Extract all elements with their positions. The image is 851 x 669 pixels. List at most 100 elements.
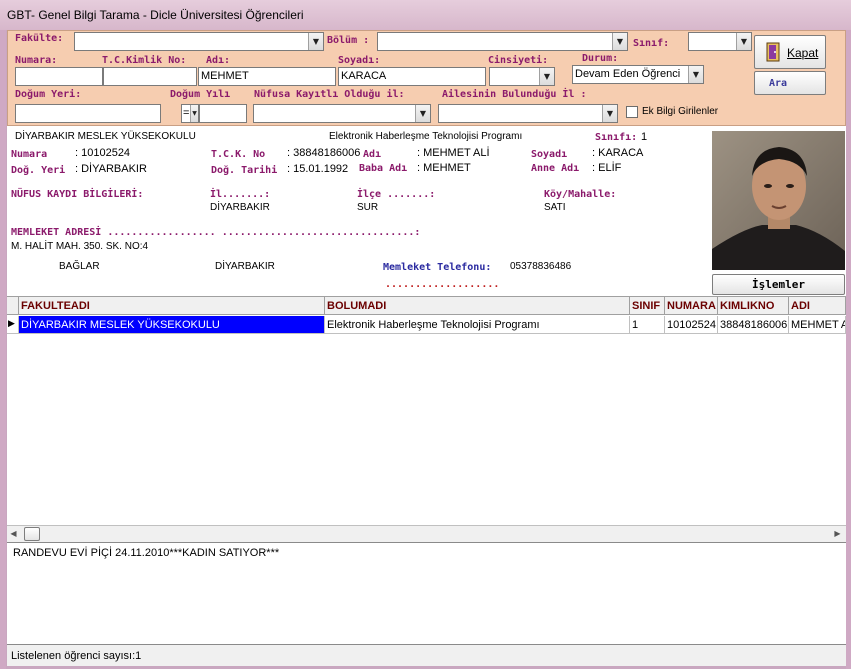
detail-dog-tarihi-label: Doğ. Tarihi xyxy=(211,165,278,176)
grid-header-numara[interactable]: NUMARA xyxy=(665,297,718,315)
cinsiyet-label: Cinsiyeti: xyxy=(488,55,549,66)
kapat-button-label: Kapat xyxy=(787,46,819,60)
nufus-il-label: İl.......: xyxy=(210,189,271,200)
memleket-tel-value: 05378836486 xyxy=(510,261,572,272)
dogum-yeri-input[interactable] xyxy=(15,104,161,123)
detail-faculty: DİYARBAKIR MESLEK YÜKSEKOKULU xyxy=(15,131,196,142)
row-indicator-icon: ▶ xyxy=(7,316,19,334)
numara-input[interactable] xyxy=(15,67,103,86)
tc-label: T.C.Kimlik No: xyxy=(102,55,187,66)
detail-adi-label: Adı xyxy=(363,149,382,160)
detail-tck-value: : 38848186006 xyxy=(287,147,361,159)
chevron-down-icon: ▼ xyxy=(190,105,198,122)
aile-il-select[interactable]: ▼ xyxy=(438,104,618,123)
bolum-label: Bölüm : xyxy=(327,35,370,46)
detail-soyadi-label: Soyadı xyxy=(531,149,568,160)
filter-panel: Fakülte: ▼ Bölüm : ▼ Sınıf: ▼ Numara: T.… xyxy=(7,30,846,126)
detail-baba-label: Baba Adı xyxy=(359,163,408,174)
grid-header-adi[interactable]: ADI xyxy=(789,297,846,315)
soyadi-label: Soyadı: xyxy=(338,55,381,66)
detail-baba-value: : MEHMET xyxy=(417,162,471,174)
cell-fakulteadi[interactable]: DİYARBAKIR MESLEK YÜKSEKOKULU xyxy=(19,316,325,334)
detail-dog-yeri-value: : DİYARBAKIR xyxy=(75,163,147,175)
soyadi-input[interactable]: KARACA xyxy=(338,67,486,86)
detail-program: Elektronik Haberleşme Teknolojisi Progra… xyxy=(329,131,523,142)
detail-sinif-label: Sınıfı: xyxy=(595,132,638,143)
ek-bilgi-checkbox[interactable] xyxy=(626,106,638,118)
grid-horizontal-scrollbar[interactable]: ◀ ▶ xyxy=(7,525,846,542)
chevron-down-icon: ▼ xyxy=(612,33,627,50)
nufus-koy-label: Köy/Mahalle: xyxy=(544,189,617,200)
durum-label: Durum: xyxy=(582,53,619,64)
scroll-thumb[interactable] xyxy=(24,527,40,541)
status-text: Listelenen öğrenci sayısı:1 xyxy=(11,650,142,662)
aile-il-label: Ailesinin Bulunduğu İl : xyxy=(442,89,587,100)
grid-header-kimlikno[interactable]: KIMLIKNO xyxy=(718,297,789,315)
grid-header-fakulteadi[interactable]: FAKULTEADI xyxy=(19,297,325,315)
nufus-ilce-value: SUR xyxy=(357,202,379,213)
cell-kimlikno[interactable]: 38848186006 xyxy=(718,316,789,334)
detail-dog-tarihi-value: : 15.01.1992 xyxy=(287,163,349,175)
memleket-address: M. HALİT MAH. 350. SK. NO:4 xyxy=(11,241,149,252)
islemler-button[interactable]: İşlemler xyxy=(712,274,845,295)
detail-adi-value: : MEHMET ALİ xyxy=(417,147,490,159)
window-title: GBT- Genel Bilgi Tarama - Dicle Üniversi… xyxy=(7,8,304,22)
ara-button[interactable]: Ara xyxy=(754,71,826,95)
grid-header-bolumadi[interactable]: BOLUMADI xyxy=(325,297,630,315)
memleket-ilce: BAĞLAR xyxy=(59,261,100,272)
sinif-label: Sınıf: xyxy=(633,38,670,49)
status-bar: Listelenen öğrenci sayısı:1 xyxy=(7,644,846,666)
cell-adi[interactable]: MEHMET ALİ xyxy=(789,316,846,334)
notes-memo[interactable]: RANDEVU EVİ PİÇİ 24.11.2010***KADIN SATI… xyxy=(7,542,846,644)
chevron-down-icon: ▼ xyxy=(736,33,751,50)
detail-anne-label: Anne Adı xyxy=(531,163,580,174)
chevron-down-icon: ▼ xyxy=(602,105,617,122)
adi-input[interactable]: MEHMET xyxy=(198,67,336,86)
fakulte-select[interactable]: ▼ xyxy=(74,32,324,51)
cell-numara[interactable]: 10102524 xyxy=(665,316,718,334)
window-titlebar: GBT- Genel Bilgi Tarama - Dicle Üniversi… xyxy=(0,0,851,30)
adi-label: Adı: xyxy=(206,55,231,66)
chevron-down-icon: ▼ xyxy=(308,33,323,50)
nufus-ilce-label: İlçe .......: xyxy=(357,189,436,200)
nufus-il-label: Nüfusa Kayıtlı Olduğu il: xyxy=(254,89,405,100)
nufus-il-value: DİYARBAKIR xyxy=(210,202,270,213)
sinif-select[interactable]: ▼ xyxy=(688,32,752,51)
window-frame-right xyxy=(846,30,851,669)
student-grid: FAKULTEADI BOLUMADI SINIF NUMARA KIMLIKN… xyxy=(7,296,846,542)
tc-input[interactable] xyxy=(103,67,197,86)
memleket-section-title: MEMLEKET ADRESİ .................. .....… xyxy=(11,227,421,238)
cell-sinif[interactable]: 1 xyxy=(630,316,665,334)
student-photo-image xyxy=(712,131,845,270)
cell-bolumadi[interactable]: Elektronik Haberleşme Teknolojisi Progra… xyxy=(325,316,630,334)
ara-button-label: Ara xyxy=(769,78,788,89)
memleket-tel-dots: ................... xyxy=(385,279,500,290)
detail-dog-yeri-label: Doğ. Yeri xyxy=(11,165,66,176)
fakulte-label: Fakülte: xyxy=(15,33,64,44)
kapat-button[interactable]: Kapat xyxy=(754,35,826,69)
detail-sinif-value: 1 xyxy=(641,131,648,143)
dogum-yili-label: Doğum Yılı xyxy=(170,89,231,100)
door-exit-icon xyxy=(766,42,780,62)
memleket-tel-label: Memleket Telefonu: xyxy=(383,262,492,273)
bolum-select[interactable]: ▼ xyxy=(377,32,628,51)
window-frame-left xyxy=(0,30,6,669)
scroll-right-icon[interactable]: ▶ xyxy=(831,527,844,541)
detail-numara-label: Numara xyxy=(11,149,48,160)
chevron-down-icon: ▼ xyxy=(688,66,703,83)
cinsiyet-select[interactable]: ▼ xyxy=(489,67,555,86)
scroll-left-icon[interactable]: ◀ xyxy=(7,527,20,541)
ek-bilgi-label: Ek Bilgi Girilenler xyxy=(642,106,719,117)
detail-soyadi-value: : KARACA xyxy=(592,147,644,159)
nufus-koy-value: SATI xyxy=(544,202,566,213)
durum-select[interactable]: Devam Eden Öğrenci ▼ xyxy=(572,65,704,84)
chevron-down-icon: ▼ xyxy=(539,68,554,85)
numara-label: Numara: xyxy=(15,55,58,66)
detail-numara-value: : 10102524 xyxy=(75,147,131,159)
notes-memo-text: RANDEVU EVİ PİÇİ 24.11.2010***KADIN SATI… xyxy=(13,547,280,559)
chevron-down-icon: ▼ xyxy=(415,105,430,122)
dogum-yili-input[interactable] xyxy=(199,104,247,123)
nufus-il-select[interactable]: ▼ xyxy=(253,104,431,123)
grid-header-sinif[interactable]: SINIF xyxy=(630,297,665,315)
dogum-yili-operator-select[interactable]: = ▼ xyxy=(181,104,199,123)
